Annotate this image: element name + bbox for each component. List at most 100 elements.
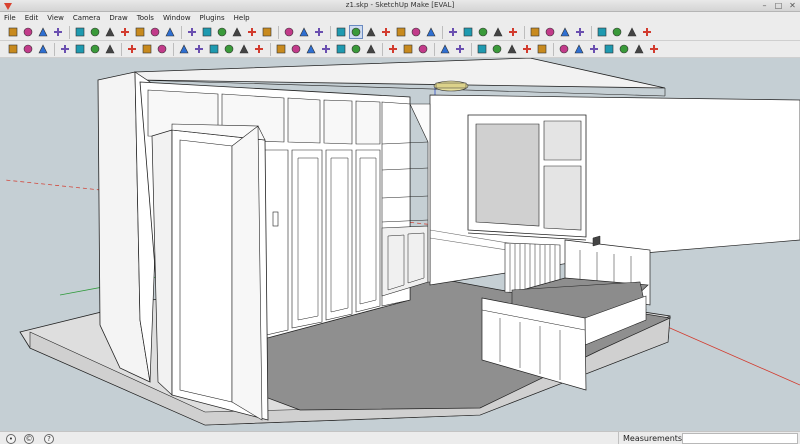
protractor-icon[interactable] [88, 25, 102, 39]
menu-camera[interactable]: Camera [73, 14, 100, 22]
rotate-icon[interactable] [73, 25, 87, 39]
styles-icon[interactable] [573, 25, 587, 39]
red-square-icon[interactable] [625, 25, 639, 39]
paint-bucket-icon[interactable] [36, 25, 50, 39]
dimension-icon[interactable] [282, 25, 296, 39]
solid-tools-icon[interactable] [647, 42, 661, 56]
menu-draw[interactable]: Draw [109, 14, 127, 22]
follow-me-icon[interactable] [245, 25, 259, 39]
fog-icon[interactable] [416, 42, 430, 56]
components-icon[interactable] [528, 25, 542, 39]
share-icon[interactable] [595, 25, 609, 39]
solid-subtract-icon[interactable] [572, 42, 586, 56]
monochrome-icon[interactable] [364, 42, 378, 56]
back-edges-icon[interactable] [289, 42, 303, 56]
solid-trim-icon[interactable] [602, 42, 616, 56]
model-info-icon[interactable] [558, 25, 572, 39]
orbit-icon[interactable] [334, 25, 348, 39]
photo-texture-icon[interactable] [506, 25, 520, 39]
toolbar-separator [181, 25, 182, 39]
pushpull-icon[interactable] [185, 25, 199, 39]
eraser-icon[interactable] [21, 25, 35, 39]
undo-icon[interactable] [125, 42, 139, 56]
measurements-input[interactable] [682, 433, 798, 444]
section-icon[interactable] [297, 25, 311, 39]
shadows-icon[interactable] [401, 42, 415, 56]
paste-icon[interactable] [88, 42, 102, 56]
menu-tools[interactable]: Tools [137, 14, 154, 22]
warehouse-icon[interactable] [543, 25, 557, 39]
right-view-icon[interactable] [222, 42, 236, 56]
copy-icon[interactable] [73, 42, 87, 56]
house-icon[interactable] [386, 42, 400, 56]
intersect-icon[interactable] [617, 42, 631, 56]
terrain-icon[interactable] [491, 25, 505, 39]
wireframe-icon[interactable] [304, 42, 318, 56]
stamp-icon[interactable] [490, 42, 504, 56]
credits-icon[interactable]: © [24, 434, 34, 444]
menu-view[interactable]: View [47, 14, 64, 22]
layer-icon[interactable] [610, 25, 624, 39]
text-icon[interactable] [260, 25, 274, 39]
maximize-icon[interactable]: □ [774, 1, 783, 10]
circle-icon[interactable] [133, 25, 147, 39]
geo-location-icon[interactable]: • [6, 434, 16, 444]
shaded-texture-icon[interactable] [349, 42, 363, 56]
xray-icon[interactable] [274, 42, 288, 56]
outer-shell-icon[interactable] [587, 42, 601, 56]
redo-icon[interactable] [140, 42, 154, 56]
menu-plugins[interactable]: Plugins [200, 14, 225, 22]
offset-icon[interactable] [215, 25, 229, 39]
scale-icon[interactable] [230, 25, 244, 39]
add-location-icon[interactable] [476, 25, 490, 39]
zoom-window-icon[interactable] [379, 25, 393, 39]
axes-icon[interactable] [312, 25, 326, 39]
arc-icon[interactable] [118, 25, 132, 39]
polygon-icon[interactable] [148, 25, 162, 39]
model-viewport[interactable] [0, 58, 800, 431]
freehand-icon[interactable] [163, 25, 177, 39]
hidden-line-icon[interactable] [319, 42, 333, 56]
section-plane-icon[interactable] [438, 42, 452, 56]
open-icon[interactable] [21, 42, 35, 56]
menu-edit[interactable]: Edit [25, 14, 39, 22]
zoom-icon[interactable] [364, 25, 378, 39]
minimize-icon[interactable]: – [760, 1, 769, 10]
iso-view-icon[interactable] [177, 42, 191, 56]
sandbox-icon[interactable] [475, 42, 489, 56]
drape-icon[interactable] [505, 42, 519, 56]
move-icon[interactable] [200, 25, 214, 39]
section-cut-icon[interactable] [453, 42, 467, 56]
front-view-icon[interactable] [207, 42, 221, 56]
select-icon[interactable] [6, 25, 20, 39]
print-icon[interactable] [155, 42, 169, 56]
look-around-icon[interactable] [446, 25, 460, 39]
solid-union-icon[interactable] [557, 42, 571, 56]
shaded-icon[interactable] [334, 42, 348, 56]
ext-warehouse-icon[interactable] [640, 25, 654, 39]
line-icon[interactable] [103, 25, 117, 39]
pan-icon[interactable] [349, 25, 363, 39]
erase-icon[interactable] [103, 42, 117, 56]
cut-icon[interactable] [58, 42, 72, 56]
back-view-icon[interactable] [237, 42, 251, 56]
menu-window[interactable]: Window [163, 14, 191, 22]
add-detail-icon[interactable] [520, 42, 534, 56]
split-icon[interactable] [632, 42, 646, 56]
save-icon[interactable] [36, 42, 50, 56]
scene-canvas[interactable] [0, 58, 800, 431]
walk-icon[interactable] [424, 25, 438, 39]
help-icon[interactable]: ? [44, 434, 54, 444]
zoom-extents-icon[interactable] [394, 25, 408, 39]
position-camera-icon[interactable] [461, 25, 475, 39]
menu-help[interactable]: Help [234, 14, 250, 22]
flip-edge-icon[interactable] [535, 42, 549, 56]
new-icon[interactable] [6, 42, 20, 56]
close-icon[interactable]: ✕ [788, 1, 797, 10]
left-view-icon[interactable] [252, 42, 266, 56]
ruler-tape-icon[interactable] [51, 25, 65, 39]
menu-file[interactable]: File [4, 14, 16, 22]
previous-view-icon[interactable] [409, 25, 423, 39]
top-view-icon[interactable] [192, 42, 206, 56]
toolbar-separator [54, 42, 55, 56]
